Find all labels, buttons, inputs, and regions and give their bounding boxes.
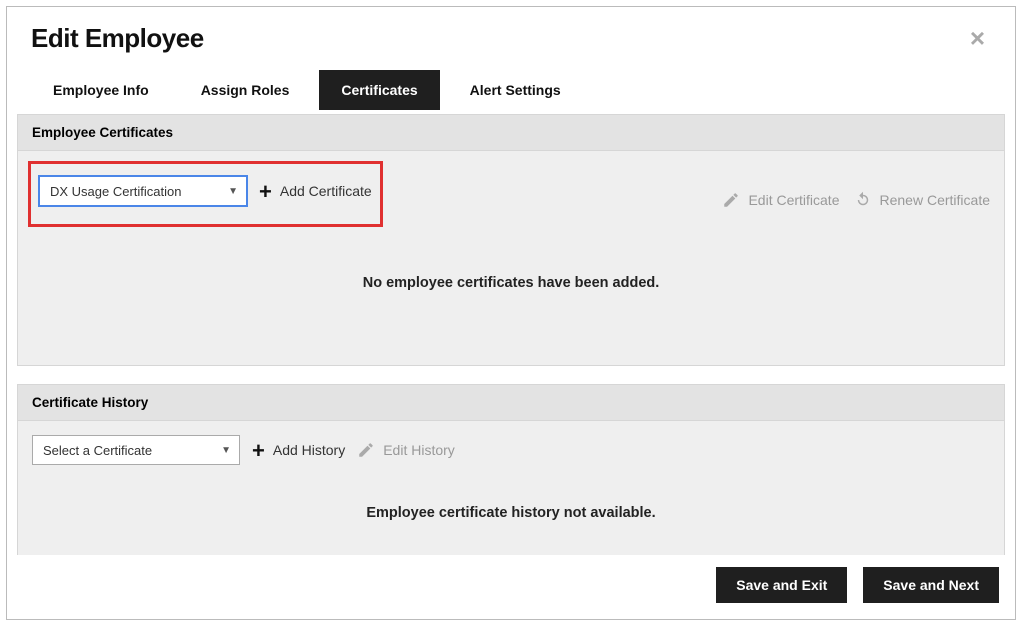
edit-history-label: Edit History (383, 442, 455, 458)
save-and-exit-button[interactable]: Save and Exit (716, 567, 847, 603)
certificate-select[interactable]: DX Usage Certification (39, 176, 247, 206)
employee-certificates-panel: Employee Certificates DX Usage Certifica… (17, 114, 1005, 366)
edit-certificate-button[interactable]: Edit Certificate (722, 191, 839, 209)
tab-alert-settings[interactable]: Alert Settings (448, 70, 583, 110)
certificates-toolbar: DX Usage Certification + Add Certificate… (32, 165, 990, 235)
modal-footer: Save and Exit Save and Next (7, 555, 1015, 619)
tab-assign-roles[interactable]: Assign Roles (179, 70, 312, 110)
tab-bar: Employee Info Assign Roles Certificates … (7, 62, 1015, 110)
panel-body: Select a Certificate + Add History Edit … (18, 421, 1004, 555)
certificate-select-value: DX Usage Certification (50, 184, 182, 199)
panel-body: DX Usage Certification + Add Certificate… (18, 151, 1004, 365)
pencil-icon (357, 441, 375, 459)
add-history-button[interactable]: + Add History (252, 439, 345, 461)
pencil-icon (722, 191, 740, 209)
edit-employee-modal: Edit Employee × Employee Info Assign Rol… (6, 6, 1016, 620)
history-certificate-select[interactable]: Select a Certificate (32, 435, 240, 465)
plus-icon: + (252, 440, 265, 462)
renew-icon (854, 191, 872, 209)
panel-header: Employee Certificates (18, 115, 1004, 151)
add-certificate-label: Add Certificate (280, 183, 372, 199)
certificate-history-panel: Certificate History Select a Certificate… (17, 384, 1005, 555)
save-and-next-button[interactable]: Save and Next (863, 567, 999, 603)
modal-header: Edit Employee × (7, 7, 1015, 62)
close-icon[interactable]: × (964, 23, 991, 53)
history-select-value: Select a Certificate (43, 443, 152, 458)
history-empty-message: Employee certificate history not availab… (32, 465, 990, 555)
renew-certificate-button[interactable]: Renew Certificate (854, 191, 991, 209)
edit-history-button[interactable]: Edit History (357, 441, 455, 459)
plus-icon: + (259, 181, 272, 203)
add-history-label: Add History (273, 442, 345, 458)
add-certificate-highlight: DX Usage Certification + Add Certificate (28, 161, 383, 227)
modal-title: Edit Employee (31, 23, 204, 54)
history-toolbar: Select a Certificate + Add History Edit … (32, 435, 990, 465)
certificates-empty-message: No employee certificates have been added… (32, 235, 990, 351)
tab-certificates[interactable]: Certificates (319, 70, 439, 110)
renew-certificate-label: Renew Certificate (880, 192, 991, 208)
tab-employee-info[interactable]: Employee Info (31, 70, 171, 110)
panel-header: Certificate History (18, 385, 1004, 421)
modal-body: Employee Certificates DX Usage Certifica… (7, 110, 1015, 555)
edit-certificate-label: Edit Certificate (748, 192, 839, 208)
add-certificate-button[interactable]: + Add Certificate (259, 180, 372, 202)
